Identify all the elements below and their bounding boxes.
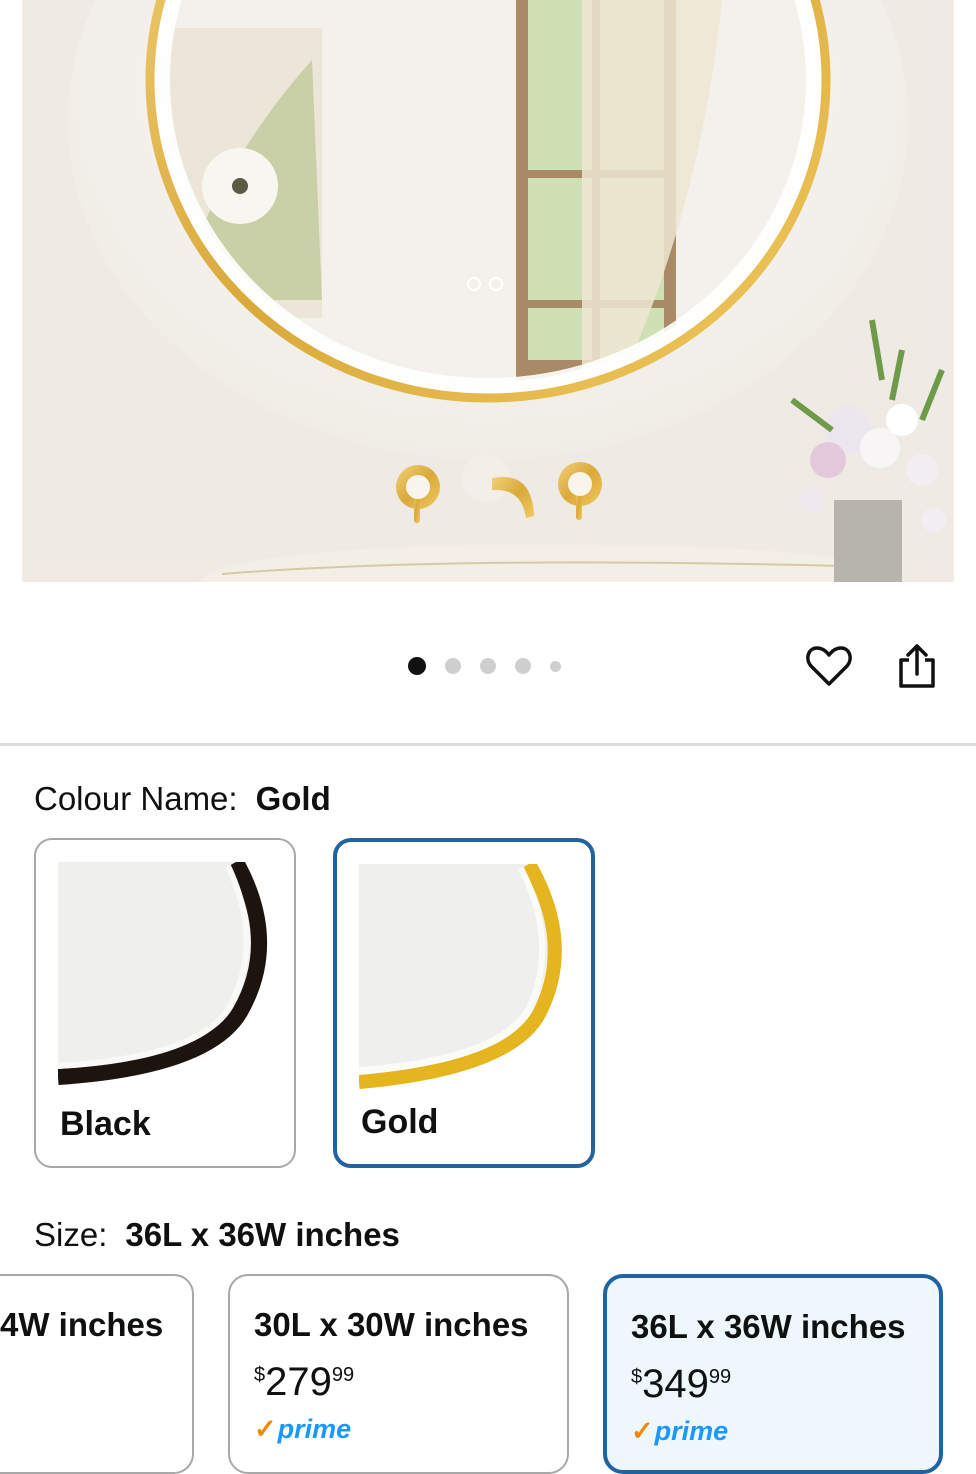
size-option-36[interactable]: 36L x 36W inches $34999 ✓prime [603, 1274, 943, 1474]
carousel-indicator[interactable] [408, 656, 580, 676]
colour-option-label: Gold [361, 1103, 439, 1141]
product-image[interactable] [22, 0, 954, 582]
size-option-label: 36L x 36W inches [631, 1308, 906, 1345]
size-option-partial[interactable]: 4W inches [0, 1274, 194, 1474]
share-button[interactable] [892, 640, 942, 692]
share-icon [899, 644, 935, 688]
size-option-price: $27999 [254, 1360, 355, 1404]
carousel-dot[interactable] [515, 658, 531, 674]
section-divider [0, 743, 976, 746]
size-option-label: 4W inches [0, 1306, 164, 1343]
mirror-photo [22, 0, 954, 582]
colour-label: Colour Name: [34, 780, 238, 817]
size-selected-value: 36L x 36W inches [125, 1216, 400, 1253]
carousel-dot[interactable] [550, 660, 561, 672]
size-label-row: Size: 36L x 36W inches [34, 1216, 400, 1254]
prime-badge: ✓prime [631, 1416, 729, 1446]
carousel-dot[interactable] [445, 658, 461, 674]
heart-icon [806, 646, 852, 686]
prime-badge: ✓prime [254, 1414, 352, 1444]
black-frame-thumbnail [58, 862, 268, 1088]
colour-selected-value: Gold [255, 780, 331, 817]
favorite-button[interactable] [804, 640, 854, 692]
carousel-dot[interactable] [408, 657, 426, 675]
colour-option-gold[interactable]: Gold [333, 838, 595, 1168]
check-icon: ✓ [631, 1416, 654, 1446]
colour-option-label: Black [60, 1105, 151, 1143]
carousel-dot[interactable] [480, 658, 496, 674]
size-option-price: $34999 [631, 1362, 732, 1406]
size-option-label: 30L x 30W inches [254, 1306, 529, 1343]
gold-frame-thumbnail [359, 864, 569, 1090]
colour-label-row: Colour Name: Gold [34, 780, 331, 818]
size-option-30[interactable]: 30L x 30W inches $27999 ✓prime [228, 1274, 569, 1474]
size-label: Size: [34, 1216, 108, 1253]
colour-option-black[interactable]: Black [34, 838, 296, 1168]
